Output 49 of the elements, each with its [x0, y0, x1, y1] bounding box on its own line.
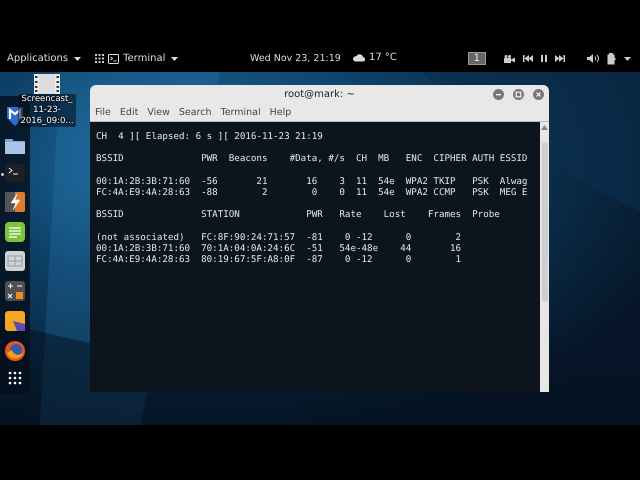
calculator-icon[interactable]	[5, 281, 25, 302]
terminal-line: FC:4A:E9:4A:28:63 80:19:67:5F:A8:0F -87 0 -12 0 1	[96, 254, 462, 266]
battery-icon[interactable]	[607, 52, 616, 64]
next-icon[interactable]	[555, 55, 565, 62]
scroll-up-icon[interactable]	[541, 125, 548, 130]
terminal-line: 00:1A:2B:3B:71:60 70:1A:04:0A:24:6C -51 54e-48e 44 16	[96, 242, 462, 254]
terminal-line: CH 4 ][ Elapsed: 6 s ][ 2016-11-23 21:19	[96, 131, 324, 142]
scrollbar-thumb[interactable]	[542, 142, 548, 302]
notes-icon[interactable]	[5, 222, 25, 242]
maximize-button[interactable]	[513, 89, 524, 100]
caret-icon	[74, 56, 82, 60]
menu-item[interactable]: Search	[178, 107, 212, 118]
app-grid-icon[interactable]	[8, 370, 22, 385]
keyboard-icon[interactable]	[5, 251, 25, 272]
menu-item[interactable]: View	[147, 107, 170, 118]
window-title: root@mark: ~	[284, 89, 355, 100]
close-button[interactable]	[533, 89, 544, 100]
menu-item[interactable]: Terminal	[220, 107, 261, 118]
caret-icon[interactable]	[624, 56, 631, 60]
menu-item[interactable]: Edit	[120, 107, 138, 118]
weather-indicator[interactable]: 17 °C	[352, 52, 397, 63]
terminal-icon[interactable]	[5, 164, 25, 182]
terminal-line: BSSID PWR Beacons #Data, #/s CH MB ENC CIPHER AUTH ESSID	[96, 153, 528, 165]
terminal-line: (not associated) FC:8F:90:24:71:57 -81 0 -12 0 2	[96, 232, 462, 243]
menu-item[interactable]: Help	[270, 107, 292, 118]
folder-icon[interactable]	[5, 136, 25, 154]
globe-icon[interactable]	[5, 341, 25, 362]
grid-icon	[95, 54, 104, 63]
film-icon	[34, 74, 60, 94]
terminal-icon	[108, 54, 120, 64]
applications-menu[interactable]: Applications	[7, 53, 82, 64]
workspace-indicator[interactable]: 1	[468, 52, 486, 65]
volume-icon[interactable]	[587, 54, 599, 63]
clock[interactable]: Wed Nov 23, 21:19	[250, 53, 341, 64]
lightning-icon[interactable]	[5, 192, 25, 212]
caret-icon	[171, 56, 178, 60]
scrollbar[interactable]	[540, 122, 549, 392]
menu-item[interactable]: File	[95, 107, 111, 118]
shapes-icon[interactable]	[5, 311, 25, 332]
app-menu[interactable]: Terminal	[95, 53, 178, 64]
terminal-line: BSSID STATION PWR Rate Lost Frames Probe	[96, 209, 501, 220]
terminal-line: FC:4A:E9:4A:28:63 -88 2 0 0 11 54e WPA2 CCMP PSK MEG E	[96, 186, 528, 198]
previous-icon[interactable]	[523, 55, 533, 62]
cloud-icon	[352, 53, 365, 62]
video-camera-icon[interactable]	[504, 54, 515, 62]
pause-icon[interactable]	[541, 55, 547, 62]
minimize-button[interactable]	[493, 89, 504, 100]
running-indicator	[1, 172, 4, 176]
terminal-line: 00:1A:2B:3B:71:60 -56 21 16 3 11 54e WPA2 TKIP PSK Alwag	[96, 176, 528, 187]
